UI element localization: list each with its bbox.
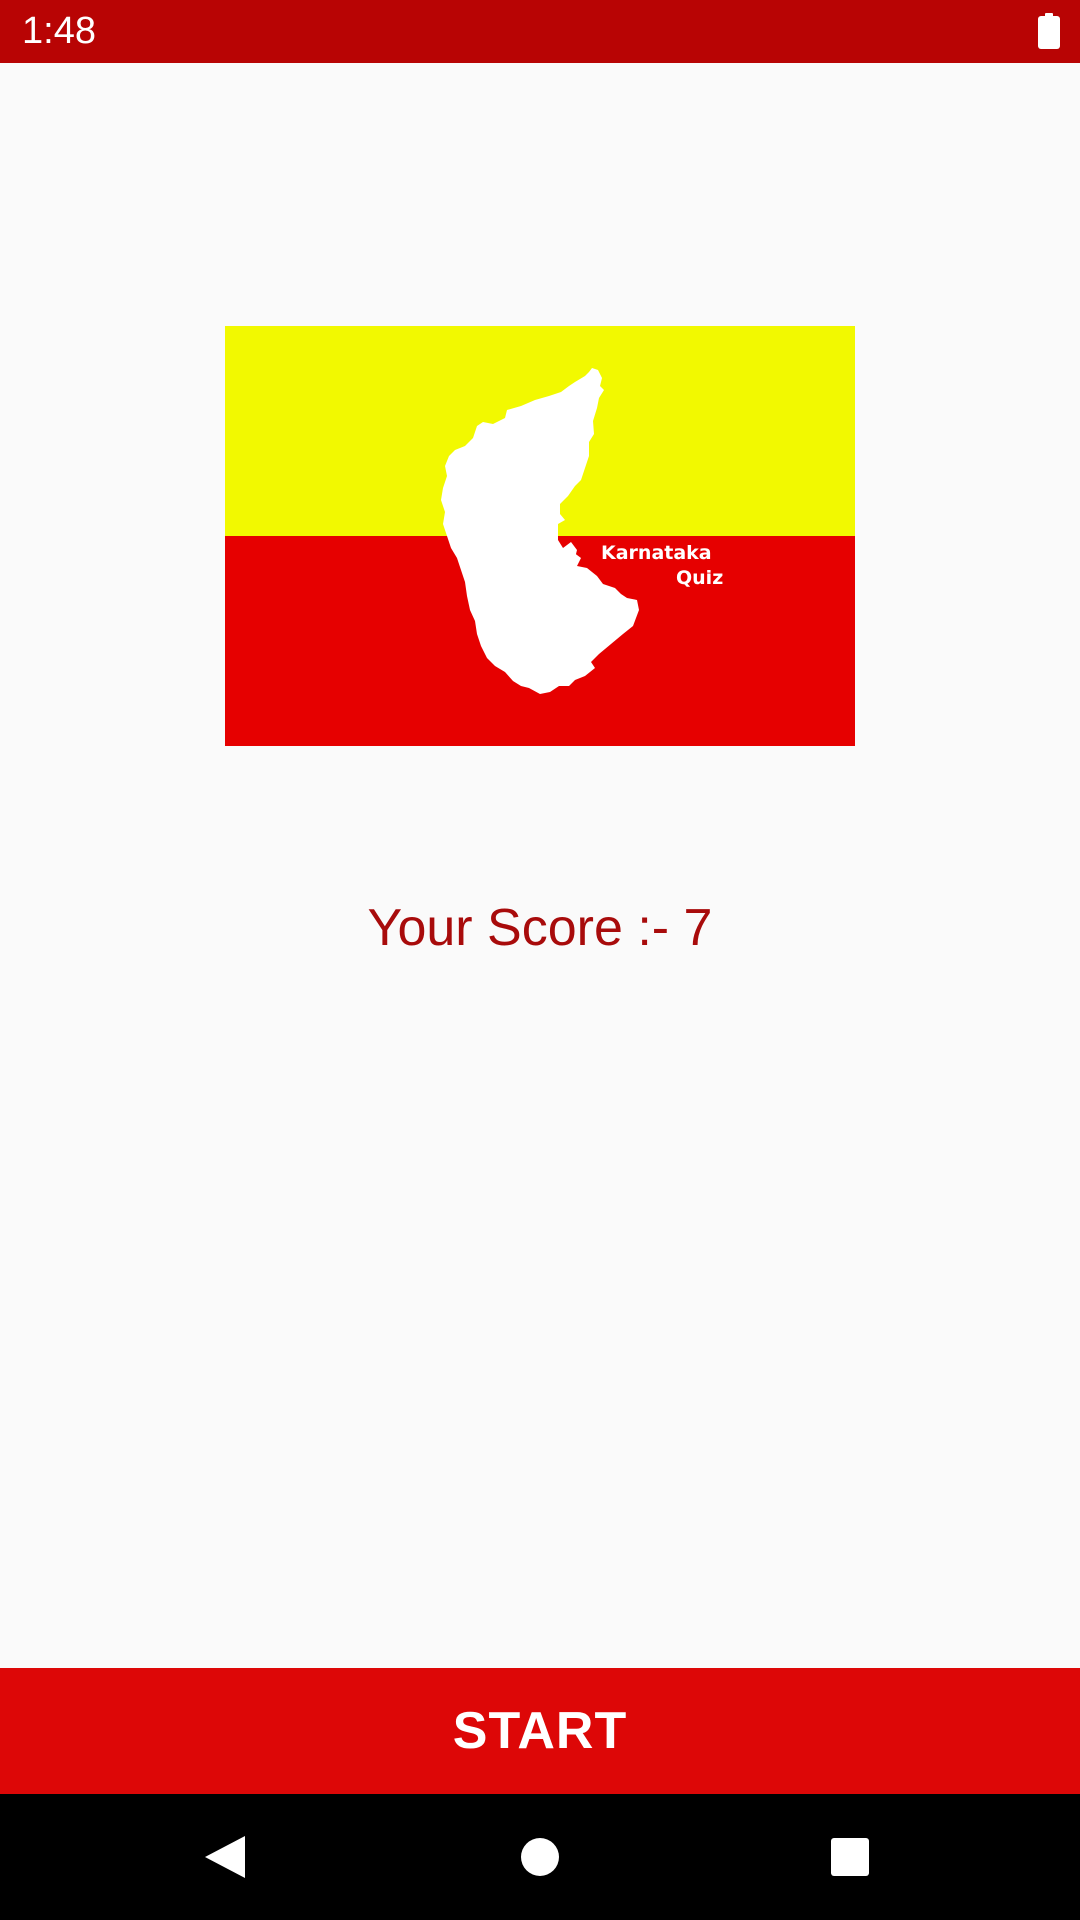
logo-title-quiz: Quiz [676,567,724,589]
nav-recents-button[interactable] [780,1794,920,1920]
start-button-label: START [452,1702,628,1760]
navigation-bar [0,1794,1080,1920]
status-bar: 1:48 [0,0,1080,63]
home-circle-icon [521,1838,559,1876]
nav-back-button[interactable] [155,1794,295,1920]
nav-home-button[interactable] [470,1794,610,1920]
back-triangle-icon [205,1836,245,1878]
score-text: Your Score :- 7 [367,899,713,957]
karnataka-map-icon [441,368,639,694]
battery-icon [1038,13,1060,49]
status-time: 1:48 [22,10,96,52]
karnataka-quiz-logo: Karnataka Quiz [225,326,855,746]
logo-title-karnataka: Karnataka [601,542,712,564]
start-button[interactable]: START [0,1668,1080,1794]
recents-square-icon [831,1838,869,1876]
